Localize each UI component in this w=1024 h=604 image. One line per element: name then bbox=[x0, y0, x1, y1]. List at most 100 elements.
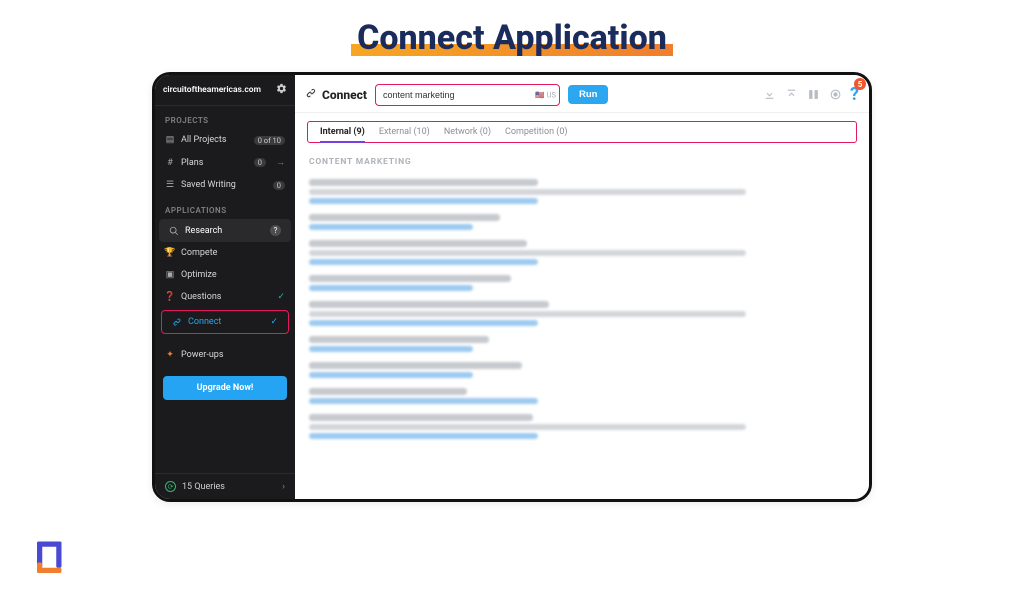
result-link-blurred bbox=[309, 259, 538, 265]
result-title-blurred bbox=[309, 240, 527, 247]
sidebar: circuitoftheamericas.com PROJECTS ▤ All … bbox=[155, 75, 295, 499]
search-wrap: 🇺🇸 US bbox=[375, 83, 560, 106]
check-icon: ✓ bbox=[277, 292, 285, 302]
result-item[interactable] bbox=[309, 214, 855, 230]
tab-internal[interactable]: Internal (9) bbox=[320, 127, 365, 137]
upload-icon[interactable] bbox=[784, 88, 798, 102]
sidebar-item-optimize[interactable]: ▣ Optimize bbox=[155, 264, 295, 286]
main-header: Connect 🇺🇸 US Run bbox=[295, 75, 869, 113]
sidebar-item-compete[interactable]: 🏆 Compete bbox=[155, 242, 295, 264]
result-title-blurred bbox=[309, 301, 549, 308]
main-title: Connect bbox=[305, 87, 367, 102]
search-icon bbox=[169, 226, 179, 236]
main-panel: Connect 🇺🇸 US Run bbox=[295, 75, 869, 499]
count-pill: 0 bbox=[273, 181, 285, 190]
applications-section-label: APPLICATIONS bbox=[155, 196, 295, 219]
sidebar-item-connect[interactable]: Connect ✓ bbox=[161, 310, 289, 334]
result-link-blurred bbox=[309, 198, 538, 204]
trophy-icon: 🏆 bbox=[165, 248, 175, 258]
settings-icon[interactable] bbox=[828, 88, 842, 102]
list-icon: ▤ bbox=[165, 135, 175, 145]
result-item[interactable] bbox=[309, 301, 855, 326]
run-button[interactable]: Run bbox=[568, 85, 608, 104]
result-snippet-blurred bbox=[309, 424, 746, 430]
queries-footer[interactable]: ⟳ 15 Queries › bbox=[155, 473, 295, 499]
sidebar-item-label: Plans bbox=[181, 158, 203, 168]
result-item[interactable] bbox=[309, 388, 855, 404]
gear-icon[interactable] bbox=[276, 83, 287, 97]
result-item[interactable] bbox=[309, 336, 855, 352]
questions-icon: ❓ bbox=[165, 292, 175, 302]
arrow-right-icon: → bbox=[276, 157, 285, 168]
link-icon bbox=[305, 87, 317, 102]
domain-label: circuitoftheamericas.com bbox=[163, 85, 261, 95]
sidebar-item-label: Research bbox=[185, 226, 222, 236]
result-snippet-blurred bbox=[309, 189, 746, 195]
sidebar-item-label: Optimize bbox=[181, 270, 217, 280]
result-link-blurred bbox=[309, 285, 473, 291]
result-link-blurred bbox=[309, 224, 473, 230]
tab-network[interactable]: Network (0) bbox=[444, 127, 491, 137]
result-snippet-blurred bbox=[309, 311, 746, 317]
sidebar-item-label: Connect bbox=[188, 317, 221, 327]
check-icon: ✓ bbox=[270, 317, 278, 327]
sidebar-item-questions[interactable]: ❓ Questions ✓ bbox=[155, 286, 295, 308]
queries-label: 15 Queries bbox=[182, 482, 225, 492]
tab-external[interactable]: External (10) bbox=[379, 127, 430, 137]
count-pill: 0 bbox=[254, 158, 266, 167]
upgrade-button[interactable]: Upgrade Now! bbox=[163, 376, 287, 400]
columns-icon[interactable] bbox=[806, 88, 820, 102]
sidebar-item-saved-writing[interactable]: ☰ Saved Writing 0 bbox=[155, 174, 295, 196]
result-link-blurred bbox=[309, 320, 538, 326]
result-title-blurred bbox=[309, 275, 511, 282]
main-title-text: Connect bbox=[322, 88, 367, 102]
sidebar-item-powerups[interactable]: ✦ Power-ups bbox=[155, 344, 295, 366]
hash-icon: # bbox=[165, 158, 175, 168]
page-title: Connect Application bbox=[351, 18, 673, 58]
app-window: circuitoftheamericas.com PROJECTS ▤ All … bbox=[152, 72, 872, 502]
sidebar-item-all-projects[interactable]: ▤ All Projects 0 of 10 bbox=[155, 129, 295, 151]
result-item[interactable] bbox=[309, 362, 855, 378]
result-link-blurred bbox=[309, 433, 538, 439]
result-item[interactable] bbox=[309, 275, 855, 291]
flag-icon: 🇺🇸 bbox=[535, 90, 544, 99]
result-snippet-blurred bbox=[309, 250, 746, 256]
locale-badge[interactable]: 🇺🇸 US bbox=[535, 90, 556, 99]
download-icon[interactable] bbox=[762, 88, 776, 102]
result-title-blurred bbox=[309, 336, 489, 343]
sidebar-item-label: Saved Writing bbox=[181, 180, 236, 190]
count-pill: 0 of 10 bbox=[254, 136, 285, 145]
result-title-blurred bbox=[309, 414, 533, 421]
chevron-right-icon: › bbox=[282, 482, 285, 492]
result-item[interactable] bbox=[309, 414, 855, 439]
tabs-row: Internal (9) External (10) Network (0) C… bbox=[307, 121, 857, 143]
projects-section-label: PROJECTS bbox=[155, 106, 295, 129]
sidebar-item-label: All Projects bbox=[181, 135, 226, 145]
result-item[interactable] bbox=[309, 179, 855, 204]
locale-text: US bbox=[547, 90, 556, 99]
help-button[interactable]: ? 5 bbox=[850, 84, 859, 105]
sidebar-item-research[interactable]: Research ? bbox=[159, 219, 291, 242]
results-heading: CONTENT MARKETING bbox=[295, 147, 869, 173]
queries-icon: ⟳ bbox=[165, 481, 176, 492]
result-title-blurred bbox=[309, 179, 538, 186]
result-title-blurred bbox=[309, 362, 522, 369]
sidebar-item-label: Compete bbox=[181, 248, 217, 258]
result-link-blurred bbox=[309, 398, 538, 404]
sidebar-item-plans[interactable]: # Plans 0 → bbox=[155, 151, 295, 174]
sidebar-item-label: Power-ups bbox=[181, 350, 224, 360]
result-title-blurred bbox=[309, 214, 500, 221]
result-link-blurred bbox=[309, 372, 473, 378]
result-item[interactable] bbox=[309, 240, 855, 265]
bookmark-icon: ☰ bbox=[165, 180, 175, 190]
sidebar-item-label: Questions bbox=[181, 292, 221, 302]
result-link-blurred bbox=[309, 346, 473, 352]
sparkle-icon: ✦ bbox=[165, 350, 175, 360]
header-actions: ? 5 bbox=[762, 84, 859, 105]
optimize-icon: ▣ bbox=[165, 270, 175, 280]
result-title-blurred bbox=[309, 388, 467, 395]
results-list bbox=[295, 173, 869, 499]
search-input[interactable] bbox=[375, 84, 560, 106]
tab-competition[interactable]: Competition (0) bbox=[505, 127, 568, 137]
link-icon bbox=[172, 317, 182, 327]
